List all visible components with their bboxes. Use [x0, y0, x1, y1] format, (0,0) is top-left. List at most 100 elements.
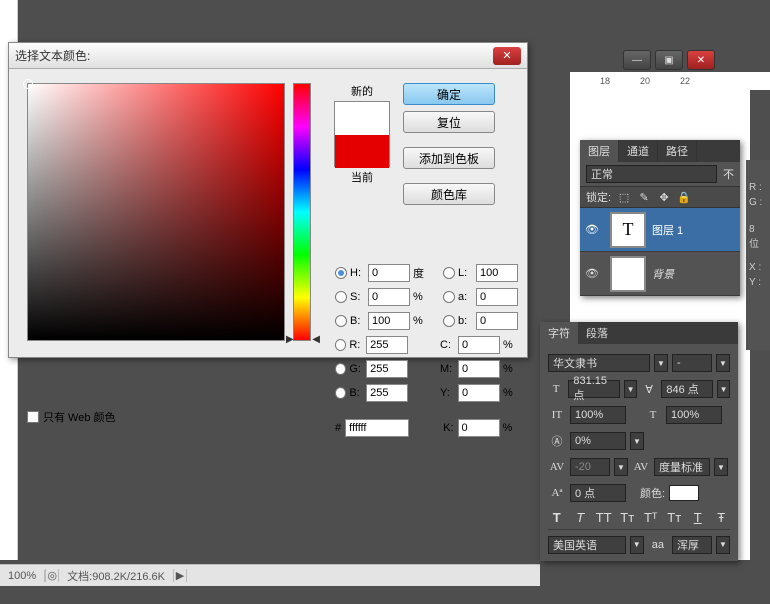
a-input[interactable]	[476, 288, 518, 306]
h-radio[interactable]	[335, 267, 347, 279]
dropdown-icon[interactable]: ▼	[614, 458, 628, 476]
lock-position-icon[interactable]: ✥	[657, 190, 671, 204]
lab-b-radio[interactable]	[443, 315, 455, 327]
status-icon[interactable]: ◎	[45, 569, 59, 582]
dropdown-icon[interactable]: ▼	[716, 536, 730, 554]
tab-paths[interactable]: 路径	[658, 140, 697, 162]
status-arrow-icon[interactable]: ▶	[173, 569, 187, 582]
hue-slider[interactable]: ▶◀	[293, 83, 311, 341]
s-unit: %	[413, 291, 431, 303]
allcaps-button[interactable]: TT	[595, 510, 613, 525]
layer-row[interactable]: 👁 T 图层 1	[580, 208, 740, 252]
sv-cursor[interactable]	[23, 79, 33, 89]
hscale-input[interactable]: 100%	[666, 406, 722, 424]
hscale-icon: T	[644, 409, 662, 421]
info-y: Y :	[746, 275, 770, 290]
leading-input[interactable]: 846 点	[661, 380, 713, 398]
layer-row[interactable]: 👁 背景	[580, 252, 740, 296]
m-input[interactable]	[458, 360, 500, 378]
lab-b-input[interactable]	[476, 312, 518, 330]
font-family-select[interactable]: 华文隶书	[548, 354, 650, 372]
superscript-button[interactable]: Tᵀ	[642, 510, 660, 525]
lab-b-label: b:	[458, 315, 476, 327]
text-color-swatch[interactable]	[669, 485, 699, 501]
h-input[interactable]	[368, 264, 410, 282]
add-swatch-button[interactable]: 添加到色板	[403, 147, 495, 169]
tab-character[interactable]: 字符	[540, 322, 578, 344]
s-input[interactable]	[368, 288, 410, 306]
language-select[interactable]: 美国英语	[548, 536, 626, 554]
layer-thumbnail[interactable]	[610, 256, 646, 292]
a-radio[interactable]	[443, 291, 455, 303]
text-style-row: T T TT Tᴛ Tᵀ Tᴛ T Ŧ	[548, 506, 730, 529]
color-library-button[interactable]: 颜色库	[403, 183, 495, 205]
bold-button[interactable]: T	[548, 510, 566, 525]
tracking-input[interactable]: 0%	[570, 432, 626, 450]
k-label: K:	[443, 422, 453, 434]
metrics-icon: AV	[632, 461, 650, 473]
tab-channels[interactable]: 通道	[619, 140, 658, 162]
c-input[interactable]	[458, 336, 500, 354]
saturation-value-area[interactable]	[27, 83, 285, 341]
vscale-input[interactable]: 100%	[570, 406, 626, 424]
layer-name[interactable]: 图层 1	[652, 222, 740, 238]
hue-pointer[interactable]: ▶◀	[286, 334, 320, 345]
maximize-button[interactable]: ▣	[655, 50, 683, 70]
subscript-button[interactable]: Tᴛ	[666, 510, 684, 525]
dropdown-icon[interactable]: ▼	[717, 380, 730, 398]
antialias-select[interactable]: 浑厚	[672, 536, 712, 554]
bb-radio[interactable]	[335, 387, 346, 399]
smallcaps-button[interactable]: Tᴛ	[619, 510, 637, 525]
ok-button[interactable]: 确定	[403, 83, 495, 105]
minimize-button[interactable]: —	[623, 50, 651, 70]
bb-input[interactable]	[366, 384, 408, 402]
tab-layers[interactable]: 图层	[580, 140, 619, 162]
dropdown-icon[interactable]: ▼	[716, 354, 730, 372]
layer-name[interactable]: 背景	[652, 266, 740, 282]
dropdown-icon[interactable]: ▼	[624, 380, 637, 398]
web-only-checkbox[interactable]	[27, 411, 39, 423]
baseline-icon: Aª	[548, 487, 566, 499]
b-radio[interactable]	[335, 315, 347, 327]
lock-all-icon[interactable]: 🔒	[677, 190, 691, 204]
strikethrough-button[interactable]: Ŧ	[713, 510, 731, 525]
r-input[interactable]	[366, 336, 408, 354]
b-input[interactable]	[368, 312, 410, 330]
font-style-select[interactable]: -	[672, 354, 712, 372]
dropdown-icon[interactable]: ▼	[630, 536, 644, 554]
kerning-input[interactable]: -20	[570, 458, 610, 476]
y-input[interactable]	[458, 384, 500, 402]
underline-button[interactable]: T	[689, 510, 707, 525]
lock-transparency-icon[interactable]: ⬚	[617, 190, 631, 204]
tab-paragraph[interactable]: 段落	[578, 322, 616, 344]
blend-mode-select[interactable]: 正常	[586, 165, 717, 183]
dialog-close-button[interactable]: ✕	[493, 47, 521, 65]
l-input[interactable]	[476, 264, 518, 282]
metrics-select[interactable]: 度量标准	[654, 458, 710, 476]
color-preview	[334, 101, 390, 167]
close-window-button[interactable]: ✕	[687, 50, 715, 70]
zoom-level[interactable]: 100%	[0, 570, 45, 582]
font-size-input[interactable]: 831.15 点	[568, 380, 620, 398]
dialog-titlebar[interactable]: 选择文本颜色: ✕	[9, 43, 527, 69]
hex-input[interactable]	[345, 419, 409, 437]
italic-button[interactable]: T	[572, 510, 590, 525]
reset-button[interactable]: 复位	[403, 111, 495, 133]
layer-thumbnail[interactable]: T	[610, 212, 646, 248]
dropdown-icon[interactable]: ▼	[630, 432, 644, 450]
g-radio[interactable]	[335, 363, 346, 375]
layers-panel: 图层 通道 路径 正常 不 锁定: ⬚ ✎ ✥ 🔒 👁 T 图层 1 👁 背景	[580, 140, 740, 296]
g-input[interactable]	[366, 360, 408, 378]
l-radio[interactable]	[443, 267, 455, 279]
lock-paint-icon[interactable]: ✎	[637, 190, 651, 204]
b-label: B:	[350, 315, 368, 327]
baseline-input[interactable]: 0 点	[570, 484, 626, 502]
dropdown-icon[interactable]: ▼	[714, 458, 728, 476]
visibility-icon[interactable]: 👁	[580, 223, 604, 236]
visibility-icon[interactable]: 👁	[580, 267, 604, 280]
r-radio[interactable]	[335, 339, 346, 351]
lock-label: 锁定:	[586, 189, 611, 205]
dropdown-icon[interactable]: ▼	[654, 354, 668, 372]
s-radio[interactable]	[335, 291, 347, 303]
k-input[interactable]	[458, 419, 500, 437]
